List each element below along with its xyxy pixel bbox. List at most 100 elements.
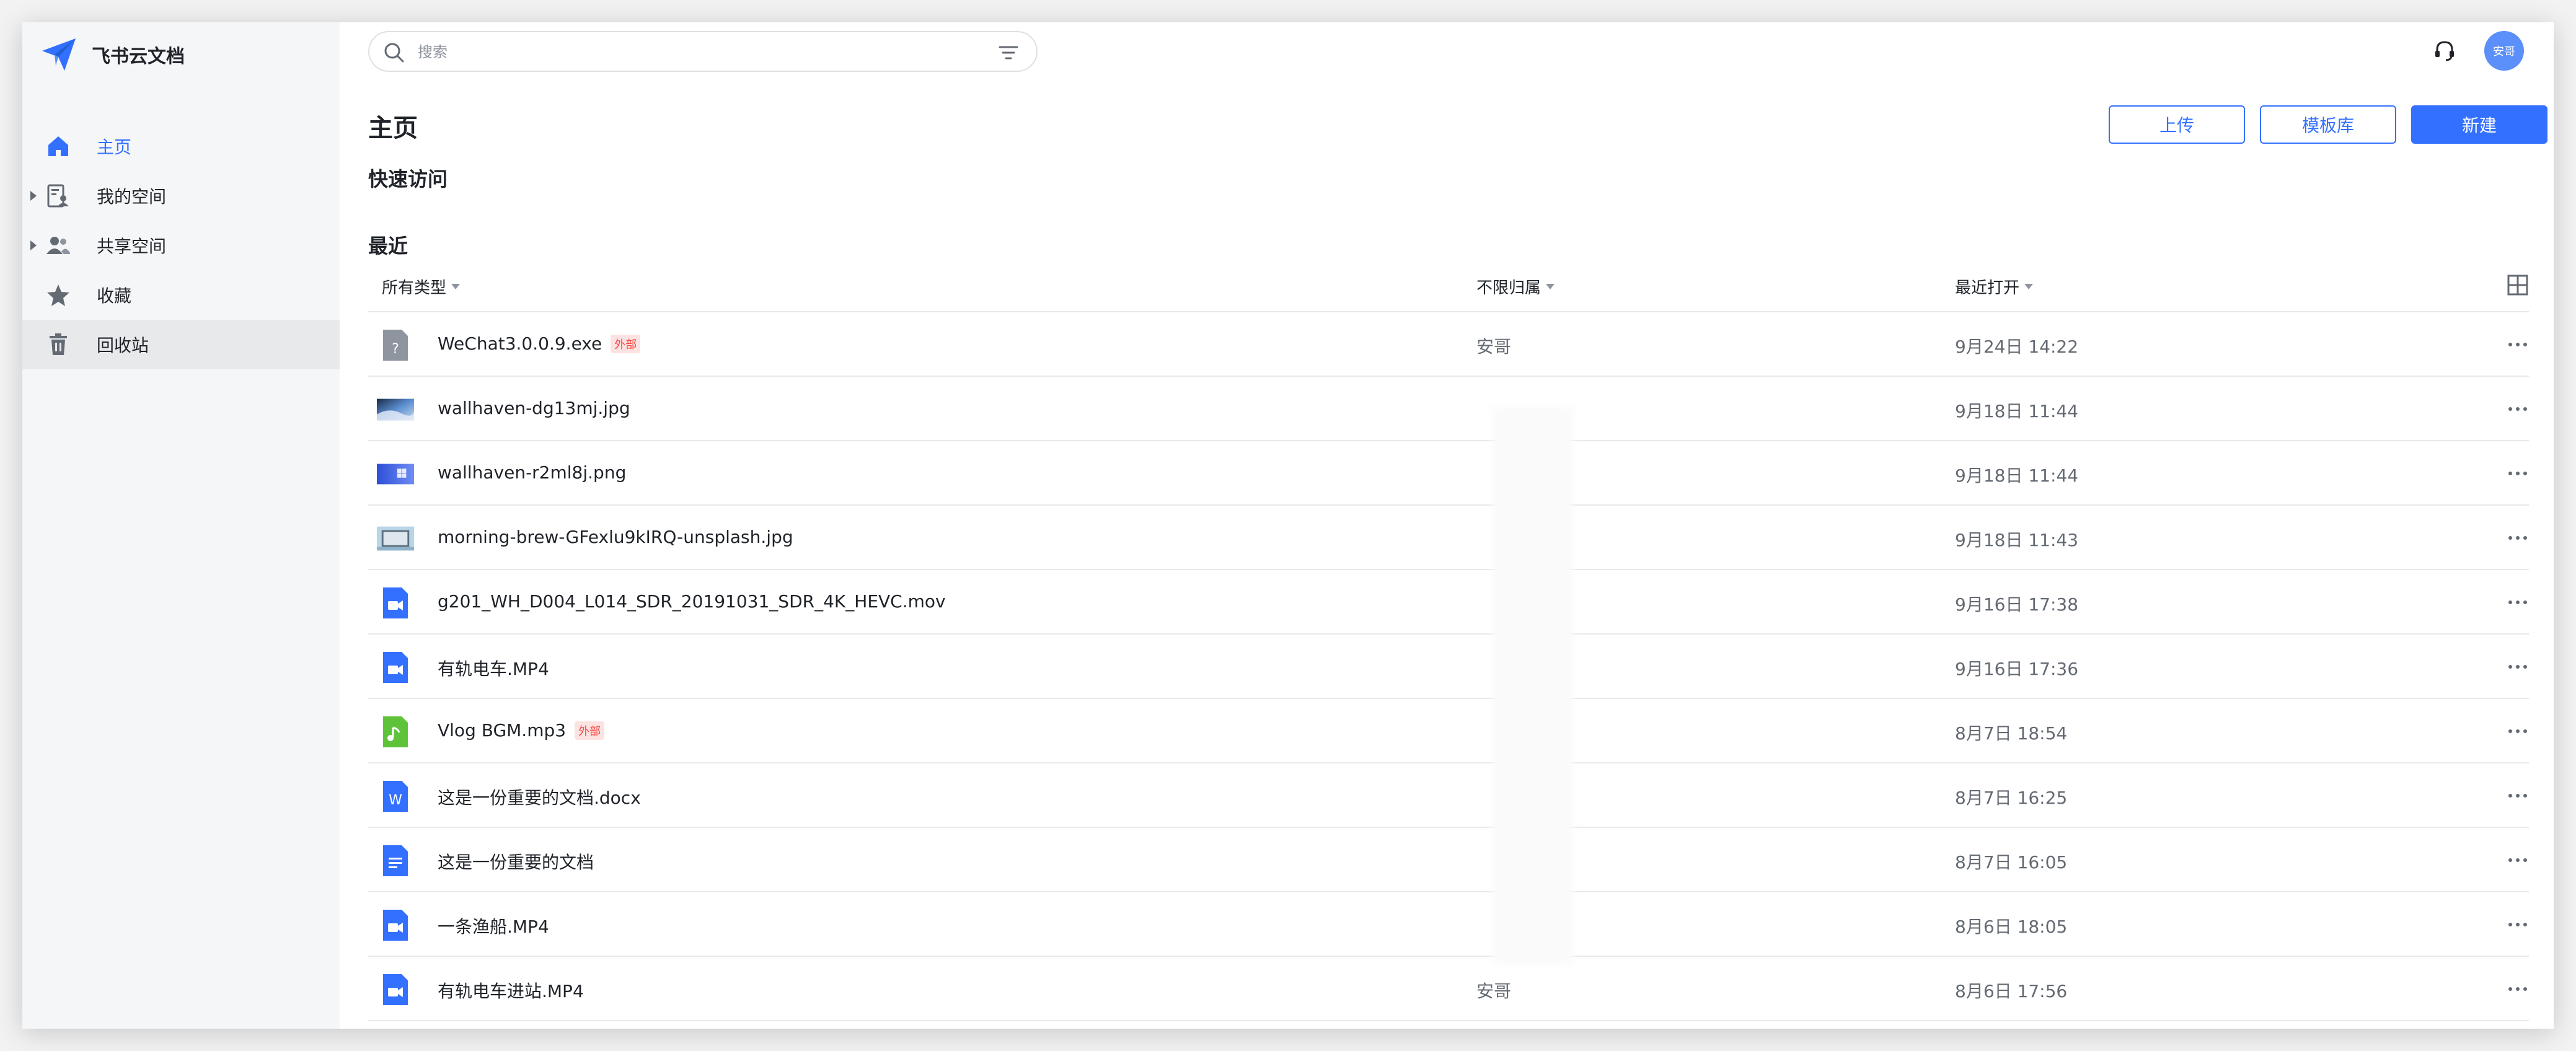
file-name[interactable]: 有轨电车进站.MP4 [438, 978, 584, 1003]
type-filter-label: 所有类型 [382, 279, 447, 297]
more-options-icon[interactable] [2500, 714, 2535, 749]
video-file-icon [377, 973, 414, 1006]
sidebar-item-label: 主页 [97, 137, 132, 157]
caret-down-icon [2024, 284, 2034, 289]
file-name[interactable]: 有轨电车.MP4 [438, 656, 549, 680]
file-opened-time: 8月6日 18:05 [1955, 917, 2068, 937]
star-icon [45, 281, 72, 309]
image-thumb-icon [377, 522, 414, 555]
table-row[interactable]: 一条渔船.MP4 8月6日 18:05 [368, 892, 2529, 957]
more-options-icon[interactable] [2500, 778, 2535, 813]
audio-file-icon [377, 715, 414, 749]
file-opened-time: 9月16日 17:38 [1955, 594, 2079, 615]
redacted-owner-area [1493, 407, 1573, 964]
file-opened-time: 9月18日 11:44 [1955, 401, 2079, 421]
file-opened-time: 9月16日 17:36 [1955, 659, 2079, 679]
more-options-icon[interactable] [2500, 649, 2535, 684]
filter-icon[interactable] [998, 42, 1019, 63]
more-options-icon[interactable] [2500, 907, 2535, 942]
main-content: 安哥 主页 上传 模板库 新建 快速访问 最近 所有类型 不限归属 最近打开 ? [340, 22, 2554, 1029]
home-icon [45, 133, 72, 160]
app-logo[interactable]: 飞书云文档 [40, 35, 185, 74]
sidebar-item-label: 共享空间 [97, 236, 167, 257]
owner-filter-dropdown[interactable]: 不限归属 [1476, 275, 1555, 298]
table-row[interactable]: wallhaven-dg13mj.jpg 9月18日 11:44 [368, 377, 2529, 441]
table-row[interactable]: morning-brew-GFexlu9kIRQ-unsplash.jpg 9月… [368, 506, 2529, 570]
app-name: 飞书云文档 [92, 46, 185, 68]
svg-text:W: W [389, 793, 402, 808]
help-headset-icon[interactable] [2430, 36, 2459, 66]
sidebar-item-shared-space[interactable]: 共享空间 [22, 221, 340, 270]
table-row[interactable]: ? WeChat3.0.0.9.exe 外部 安哥 9月24日 14:22 [368, 312, 2529, 377]
opened-sort-label: 最近打开 [1955, 279, 2020, 297]
file-list: ? WeChat3.0.0.9.exe 外部 安哥 9月24日 14:22 wal… [368, 312, 2529, 1021]
sidebar-item-label: 我的空间 [97, 187, 167, 207]
app-window: 飞书云文档 主页 我的空间 共享空间 收藏 回收站 搜索 安哥 主页 上传 模板… [22, 22, 2554, 1029]
search-bar[interactable] [368, 31, 1038, 72]
sidebar-item-favorites[interactable]: 收藏 [22, 270, 340, 320]
unknown-file-icon: ? [377, 328, 414, 362]
doc-file-icon [377, 844, 414, 877]
more-options-icon[interactable] [2500, 521, 2535, 555]
my-space-icon [45, 182, 72, 209]
trash-icon [45, 331, 72, 358]
video-file-icon [377, 586, 414, 620]
more-options-icon[interactable] [2500, 585, 2535, 620]
sidebar-item-my-space[interactable]: 我的空间 [22, 171, 340, 221]
expand-arrow-icon[interactable] [27, 187, 40, 204]
sidebar-nav: 主页 我的空间 共享空间 收藏 回收站 [22, 121, 340, 369]
table-row[interactable]: g201_WH_D004_L014_SDR_20191031_SDR_4K_HE… [368, 570, 2529, 635]
avatar[interactable]: 安哥 [2484, 31, 2524, 71]
table-row[interactable]: Vlog BGM.mp3 外部 8月7日 18:54 [368, 699, 2529, 763]
image-thumb-icon [377, 457, 414, 491]
new-button[interactable]: 新建 [2411, 105, 2547, 144]
file-name[interactable]: wallhaven-r2ml8j.png [438, 462, 626, 483]
owner-filter-label: 不限归属 [1476, 279, 1542, 297]
search-input[interactable] [418, 40, 976, 64]
file-owner: 安哥 [1476, 981, 1512, 1001]
file-name[interactable]: 这是一份重要的文档.docx [438, 785, 641, 809]
file-name[interactable]: Vlog BGM.mp3 外部 [438, 720, 605, 741]
table-row[interactable]: 有轨电车.MP4 9月16日 17:36 [368, 635, 2529, 699]
caret-down-icon [1546, 284, 1555, 289]
video-file-icon [377, 651, 414, 684]
grid-view-icon[interactable] [2507, 274, 2529, 296]
paper-plane-logo-icon [42, 38, 76, 71]
opened-sort-dropdown[interactable]: 最近打开 [1955, 275, 2034, 298]
file-name[interactable]: morning-brew-GFexlu9kIRQ-unsplash.jpg [438, 527, 793, 547]
shared-space-icon [45, 232, 72, 259]
file-opened-time: 8月7日 18:54 [1955, 723, 2068, 744]
sidebar-item-home[interactable]: 主页 [22, 121, 340, 171]
more-options-icon[interactable] [2500, 843, 2535, 877]
svg-text:?: ? [392, 341, 399, 357]
search-icon [384, 43, 404, 63]
file-name[interactable]: WeChat3.0.0.9.exe 外部 [438, 333, 641, 354]
file-name[interactable]: g201_WH_D004_L014_SDR_20191031_SDR_4K_HE… [438, 591, 946, 612]
external-badge: 外部 [575, 721, 605, 740]
file-name[interactable]: 这是一份重要的文档 [438, 849, 594, 874]
table-row[interactable]: 这是一份重要的文档 8月7日 16:05 [368, 828, 2529, 892]
table-row[interactable]: W 这是一份重要的文档.docx 8月7日 16:25 [368, 763, 2529, 828]
more-options-icon[interactable] [2500, 327, 2535, 362]
sidebar-item-label: 回收站 [97, 335, 149, 356]
caret-down-icon [451, 284, 461, 289]
file-opened-time: 8月7日 16:05 [1955, 852, 2068, 873]
templates-button[interactable]: 模板库 [2260, 105, 2396, 144]
expand-arrow-icon[interactable] [27, 237, 40, 254]
sidebar-item-trash[interactable]: 回收站 [22, 320, 340, 369]
upload-button[interactable]: 上传 [2109, 105, 2245, 144]
type-filter-dropdown[interactable]: 所有类型 [382, 275, 461, 298]
file-name[interactable]: 一条渔船.MP4 [438, 913, 549, 938]
file-opened-time: 8月7日 16:25 [1955, 788, 2068, 808]
file-name[interactable]: wallhaven-dg13mj.jpg [438, 398, 630, 418]
more-options-icon[interactable] [2500, 972, 2535, 1006]
more-options-icon[interactable] [2500, 392, 2535, 426]
table-row[interactable]: 有轨电车进站.MP4 安哥 8月6日 17:56 [368, 957, 2529, 1021]
more-options-icon[interactable] [2500, 456, 2535, 491]
word-file-icon: W [377, 780, 414, 813]
table-row[interactable]: wallhaven-r2ml8j.png 9月18日 11:44 [368, 441, 2529, 506]
file-opened-time: 9月18日 11:44 [1955, 465, 2079, 486]
video-file-icon [377, 908, 414, 942]
sidebar: 飞书云文档 主页 我的空间 共享空间 收藏 回收站 [22, 22, 340, 1029]
recent-heading: 最近 [368, 234, 408, 258]
